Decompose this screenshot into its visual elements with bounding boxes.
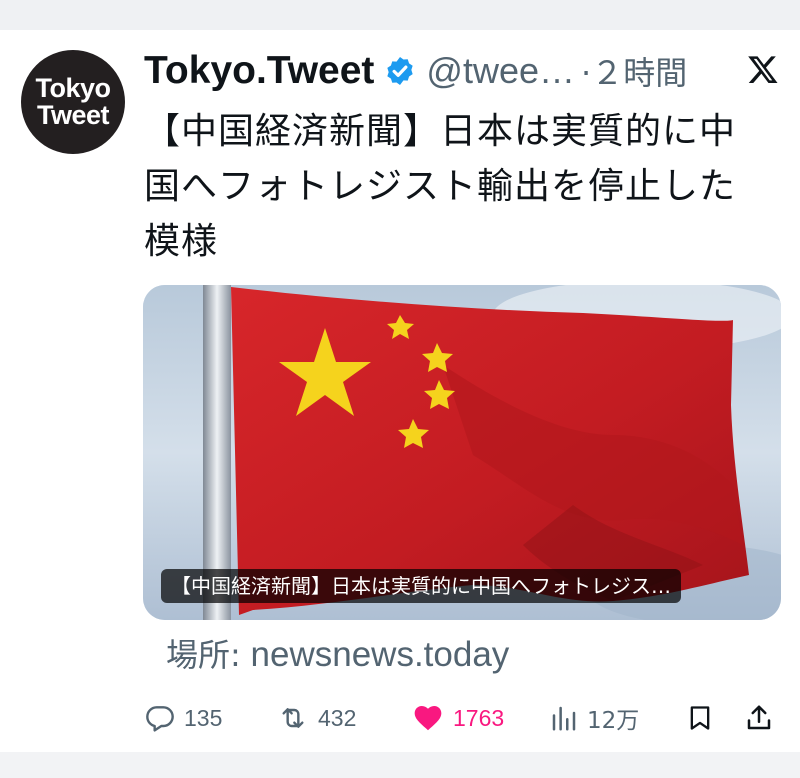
link-source-prefix: 場所: [166, 636, 241, 674]
bookmark-icon [690, 706, 710, 730]
tweet-text-line-1: 【中国経済新聞】日本は実質的に中 [144, 111, 737, 152]
reply-icon [146, 706, 174, 732]
link-card-caption: 【中国経済新聞】日本は実質的に中国へフォトレジス… [161, 569, 681, 603]
bottom-divider-bar [0, 752, 800, 778]
repost-count: 432 [318, 704, 357, 731]
share-button[interactable] [744, 693, 774, 743]
avatar[interactable]: Tokyo Tweet [21, 50, 125, 154]
avatar-line-2: Tweet [36, 100, 110, 130]
tweet-text-line-3: 模様 [144, 221, 219, 262]
repost-button[interactable]: 432 [276, 693, 356, 743]
views-count: 12万 [587, 708, 640, 734]
reply-button[interactable]: 135 [144, 693, 222, 743]
share-icon [747, 705, 771, 730]
avatar-line-1: Tokyo [35, 73, 111, 103]
tweet-text: 【中国経済新聞】日本は実質的に中 国へフォトレジスト輸出を停止した 模様 [144, 104, 794, 269]
tweet-header: Tokyo.Tweet @twee… ·２時間 [144, 44, 784, 98]
like-count: 1763 [453, 704, 505, 731]
verified-badge-icon [387, 57, 414, 85]
repost-icon [282, 708, 304, 728]
like-button[interactable]: 1763 [411, 693, 504, 743]
top-divider-bar [0, 0, 800, 30]
x-logo-icon [748, 56, 778, 83]
link-source-domain: newsnews.today [250, 635, 510, 674]
views-chart-icon [552, 706, 576, 731]
post-time[interactable]: ·２時間 [581, 48, 687, 94]
link-source[interactable]: 場所: newsnews.today [166, 630, 509, 676]
views-button[interactable]: 12万 [549, 693, 639, 743]
bookmark-button[interactable] [686, 693, 714, 743]
author-name[interactable]: Tokyo.Tweet [144, 49, 374, 93]
heart-icon [414, 706, 442, 731]
author-handle[interactable]: @twee… [426, 50, 575, 92]
link-card-image[interactable]: 【中国経済新聞】日本は実質的に中国へフォトレジス… [143, 285, 781, 620]
tweet-actions: 135 432 1763 12万 [0, 693, 800, 743]
tweet-text-line-2: 国へフォトレジスト輸出を停止した [144, 166, 737, 207]
reply-count: 135 [184, 704, 223, 731]
